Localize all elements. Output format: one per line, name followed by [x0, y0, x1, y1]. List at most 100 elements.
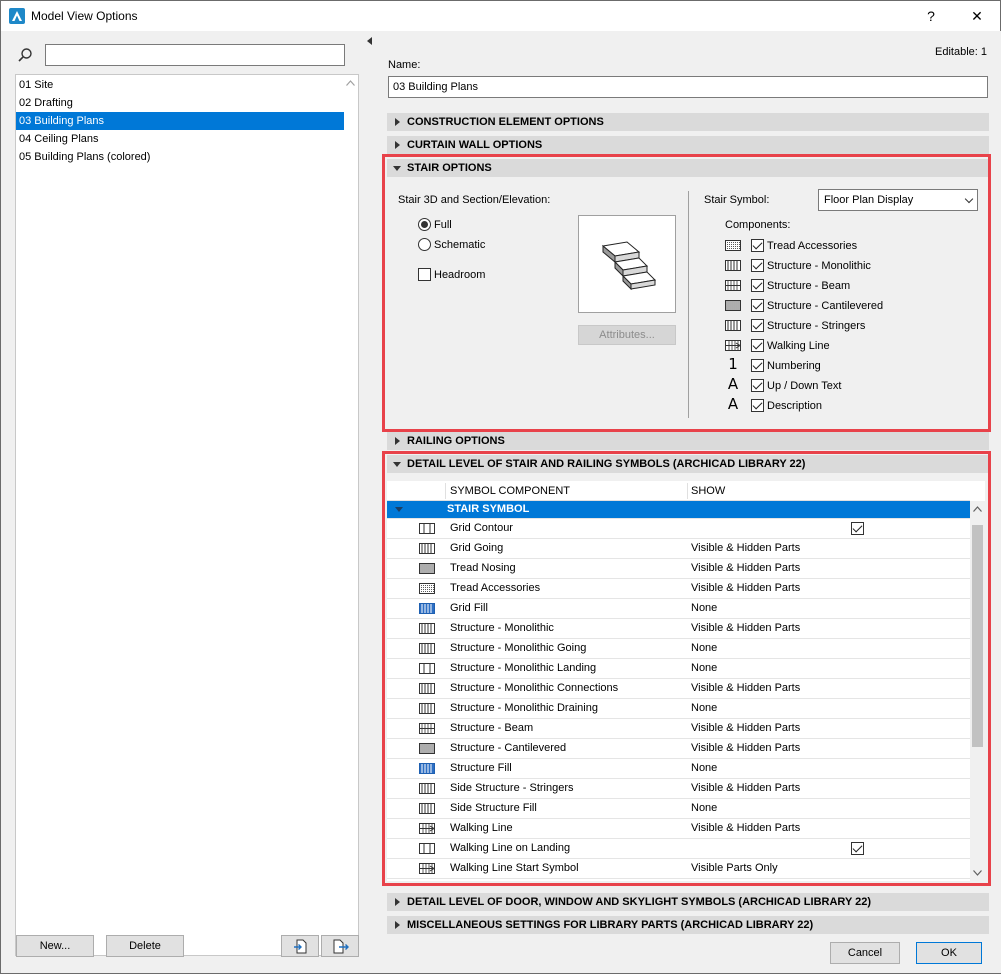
scroll-up-icon[interactable] [973, 506, 982, 512]
section-curtain-wall-options[interactable]: CURTAIN WALL OPTIONS [387, 136, 989, 154]
stair-symbol-select[interactable]: Floor Plan Display [818, 189, 978, 211]
stair-3d-icon [601, 241, 657, 290]
search-input[interactable] [45, 44, 345, 66]
collapse-pane-icon[interactable] [367, 37, 372, 45]
scroll-thumb[interactable] [972, 525, 983, 747]
table-row[interactable]: Structure - Monolithic Going None [387, 639, 970, 659]
table-row[interactable]: Structure - Monolithic Connections Visibl… [387, 679, 970, 699]
scroll-down-icon[interactable] [973, 870, 982, 876]
new-button[interactable]: New... [16, 935, 94, 957]
component-label: Tread Accessories [767, 240, 858, 252]
show-value[interactable]: None [691, 659, 717, 678]
table-row[interactable]: Side Structure - Stringers Visible & Hidd… [387, 779, 970, 799]
table-group-row[interactable]: STAIR SYMBOL [387, 501, 970, 519]
table-row[interactable]: Structure - Monolithic Visible & Hidden P… [387, 619, 970, 639]
list-item[interactable]: 05 Building Plans (colored) [16, 148, 344, 166]
show-value[interactable]: None [691, 759, 717, 778]
section-railing-options[interactable]: RAILING OPTIONS [387, 432, 989, 450]
table-row[interactable]: Tread Nosing Visible & Hidden Parts [387, 559, 970, 579]
export-button[interactable] [321, 935, 359, 957]
show-value[interactable]: Visible & Hidden Parts [691, 539, 800, 558]
show-value[interactable]: Visible & Hidden Parts [691, 579, 800, 598]
delete-button[interactable]: Delete [106, 935, 184, 957]
symbol-component-icon [419, 643, 435, 654]
list-scrollbar[interactable] [343, 75, 358, 955]
section-title: RAILING OPTIONS [407, 435, 505, 447]
show-checkbox[interactable] [851, 522, 864, 535]
help-button[interactable]: ? [908, 1, 954, 31]
full-radio[interactable] [418, 218, 431, 231]
table-scrollbar[interactable] [970, 501, 985, 881]
component-checkbox[interactable] [751, 319, 764, 332]
table-row[interactable]: Tread Accessories Visible & Hidden Parts [387, 579, 970, 599]
table-row[interactable]: Walking Line on Landing [387, 839, 970, 859]
component-checkbox[interactable] [751, 399, 764, 412]
column-header-component[interactable]: SYMBOL COMPONENT [450, 481, 570, 501]
close-button[interactable]: ✕ [954, 1, 1000, 31]
component-name: Tread Nosing [450, 562, 516, 574]
component-checkbox[interactable] [751, 299, 764, 312]
table-row[interactable]: Walking Line Start Symbol Visible Parts O… [387, 859, 970, 879]
symbol-component-icon [419, 583, 435, 594]
show-checkbox[interactable] [851, 842, 864, 855]
table-row[interactable]: Grid Going Visible & Hidden Parts [387, 539, 970, 559]
table-row[interactable]: Grid Contour [387, 519, 970, 539]
table-row[interactable]: Structure - Monolithic Landing None [387, 659, 970, 679]
component-name: Structure - Monolithic [450, 622, 554, 634]
table-row[interactable]: Structure - Monolithic Draining None [387, 699, 970, 719]
list-item[interactable]: 02 Drafting [16, 94, 344, 112]
table-row[interactable]: Grid Fill None [387, 599, 970, 619]
show-value[interactable]: Visible & Hidden Parts [691, 819, 800, 838]
show-value[interactable]: Visible Parts Only [691, 859, 778, 878]
attributes-button[interactable]: Attributes... [578, 325, 676, 345]
text-icon: A [727, 395, 739, 413]
table-row[interactable]: Structure - Cantilevered Visible & Hidden… [387, 739, 970, 759]
show-value[interactable]: Visible & Hidden Parts [691, 559, 800, 578]
symbol-component-icon [419, 543, 435, 554]
show-value[interactable]: Visible & Hidden Parts [691, 679, 800, 698]
section-title: DETAIL LEVEL OF DOOR, WINDOW AND SKYLIGH… [407, 896, 872, 908]
table-row[interactable]: Structure Fill None [387, 759, 970, 779]
component-label: Structure - Cantilevered [767, 300, 884, 312]
component-checkbox[interactable] [751, 339, 764, 352]
column-divider [445, 483, 446, 499]
section-title: MISCELLANEOUS SETTINGS FOR LIBRARY PARTS… [407, 919, 814, 931]
show-value[interactable]: Visible & Hidden Parts [691, 779, 800, 798]
list-item-selected[interactable]: 03 Building Plans [16, 112, 344, 130]
section-construction-options[interactable]: CONSTRUCTION ELEMENT OPTIONS [387, 113, 989, 131]
show-value[interactable]: Visible & Hidden Parts [691, 739, 800, 758]
scroll-up-icon[interactable] [346, 80, 355, 86]
headroom-checkbox[interactable] [418, 268, 431, 281]
component-checkbox[interactable] [751, 279, 764, 292]
stair-symbol-label: Stair Symbol: [704, 194, 770, 206]
stair-symbol-value: Floor Plan Display [824, 194, 914, 206]
component-checkbox[interactable] [751, 379, 764, 392]
symbol-component-icon [419, 803, 435, 814]
show-value[interactable]: Visible & Hidden Parts [691, 719, 800, 738]
component-checkbox[interactable] [751, 359, 764, 372]
view-list-pane: 01 Site 02 Drafting 03 Building Plans 04… [1, 31, 363, 973]
show-value[interactable]: None [691, 799, 717, 818]
section-stair-options[interactable]: STAIR OPTIONS [387, 159, 989, 177]
section-misc-settings[interactable]: MISCELLANEOUS SETTINGS FOR LIBRARY PARTS… [387, 916, 989, 934]
component-checkbox[interactable] [751, 259, 764, 272]
ok-button[interactable]: OK [916, 942, 982, 964]
expand-icon [395, 118, 400, 126]
show-value[interactable]: None [691, 639, 717, 658]
show-value[interactable]: None [691, 699, 717, 718]
show-value[interactable]: Visible & Hidden Parts [691, 619, 800, 638]
table-row[interactable]: Structure - Beam Visible & Hidden Parts [387, 719, 970, 739]
list-item[interactable]: 01 Site [16, 76, 344, 94]
list-item[interactable]: 04 Ceiling Plans [16, 130, 344, 148]
name-input[interactable]: 03 Building Plans [388, 76, 988, 98]
import-button[interactable] [281, 935, 319, 957]
table-row[interactable]: Side Structure Fill None [387, 799, 970, 819]
section-detail-door-window[interactable]: DETAIL LEVEL OF DOOR, WINDOW AND SKYLIGH… [387, 893, 989, 911]
component-checkbox[interactable] [751, 239, 764, 252]
show-value[interactable]: None [691, 599, 717, 618]
schematic-radio[interactable] [418, 238, 431, 251]
section-detail-stair-railing[interactable]: DETAIL LEVEL OF STAIR AND RAILING SYMBOL… [387, 455, 989, 473]
cancel-button[interactable]: Cancel [830, 942, 900, 964]
column-header-show[interactable]: SHOW [691, 481, 726, 501]
table-row[interactable]: Walking Line Visible & Hidden Parts [387, 819, 970, 839]
